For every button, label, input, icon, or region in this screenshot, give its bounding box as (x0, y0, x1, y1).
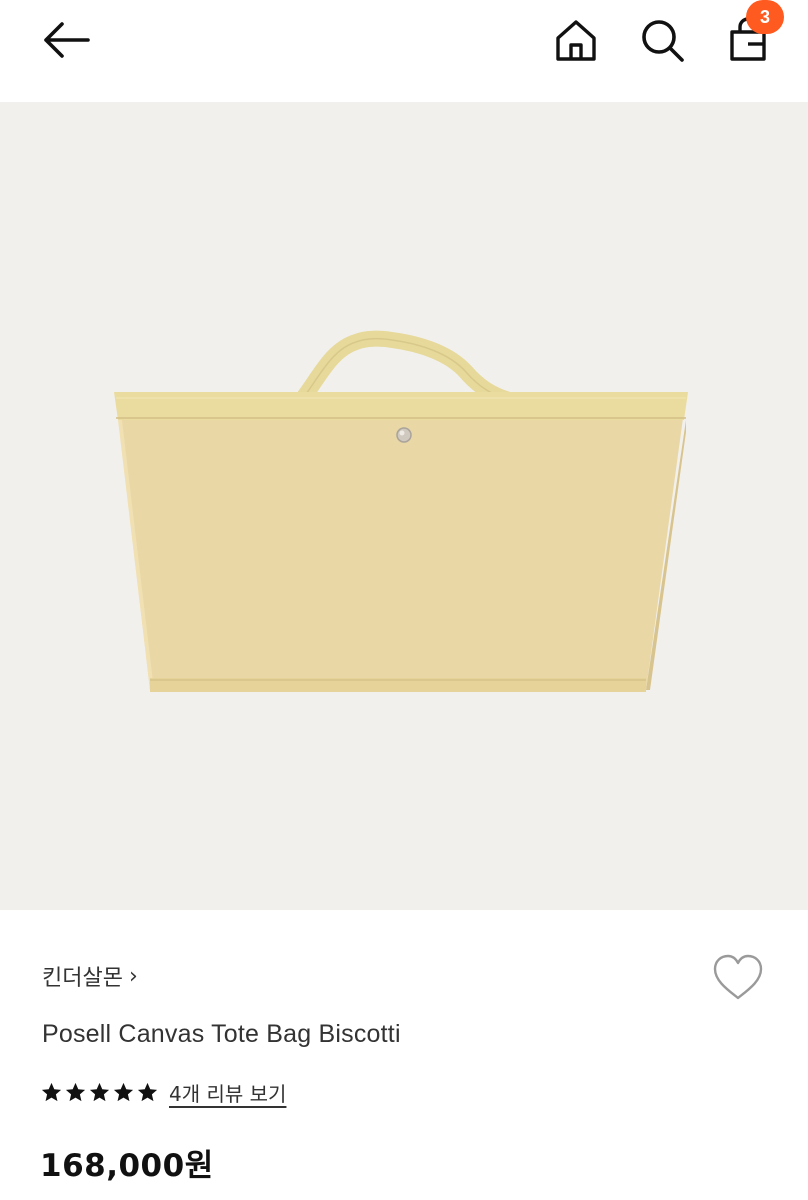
back-button[interactable] (38, 18, 94, 62)
tote-bag-image (114, 330, 688, 692)
product-image[interactable] (0, 102, 808, 910)
star-icon (65, 1082, 86, 1102)
product-info-section: 킨더살몬 › Posell Canvas Tote Bag Biscotti 4… (0, 910, 808, 1200)
top-navigation-bar: 3 (0, 0, 808, 102)
rating-row: 4개 리뷰 보기 (40, 1078, 286, 1107)
search-icon (642, 20, 684, 62)
product-title: Posell Canvas Tote Bag Biscotti (42, 1020, 401, 1048)
product-price: 168,000원 (40, 1148, 214, 1184)
star-rating (40, 1081, 159, 1104)
star-icon (41, 1082, 62, 1102)
star-icon (137, 1082, 158, 1102)
search-button[interactable] (636, 14, 688, 66)
home-icon (556, 20, 596, 61)
brand-name: 킨더살몬 (42, 966, 123, 991)
home-button[interactable] (550, 14, 602, 66)
star-icon (89, 1082, 110, 1102)
brand-link[interactable]: 킨더살몬 › (42, 960, 138, 992)
heart-outline-icon (713, 954, 763, 1000)
wishlist-button[interactable] (710, 952, 766, 1004)
chevron-right-icon: › (128, 963, 138, 989)
cart-count-badge: 3 (746, 0, 784, 34)
arrow-left-icon (44, 22, 90, 58)
view-reviews-link[interactable]: 4개 리뷰 보기 (169, 1078, 286, 1107)
star-icon (113, 1082, 134, 1102)
